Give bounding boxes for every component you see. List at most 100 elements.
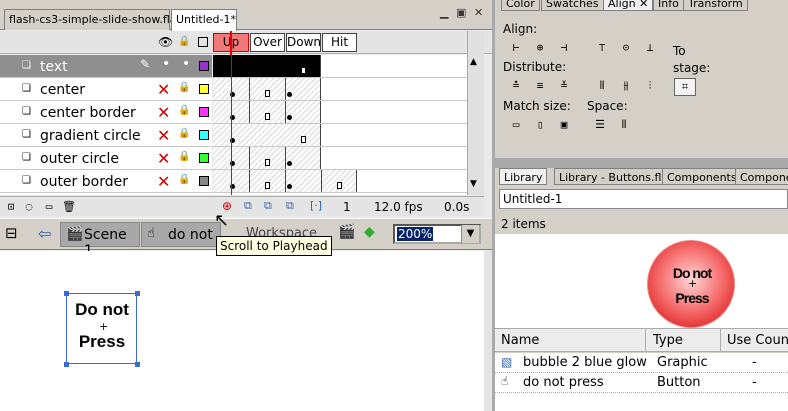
lock-icon[interactable]: 🔒	[178, 174, 190, 186]
align-left-icon[interactable]: ⊢	[507, 40, 525, 56]
restore-icon[interactable]: ▣	[456, 6, 466, 19]
tab-align[interactable]: Align ✕	[603, 0, 654, 11]
distribute-hcenter-icon[interactable]: ⫵	[617, 78, 635, 94]
document-tab-untitled[interactable]: Untitled-1*	[171, 9, 237, 31]
keyframe-span[interactable]	[286, 78, 321, 100]
lock-icon[interactable]: 🔒	[178, 105, 190, 117]
library-document-select[interactable]: Untitled-1	[499, 189, 788, 209]
layer-color-swatch[interactable]	[199, 176, 209, 186]
zoom-select[interactable]: 200% ▼	[393, 224, 481, 244]
outline-header-icon[interactable]	[198, 37, 208, 47]
tab-library[interactable]: Library	[499, 168, 548, 185]
layer-row-outer-circle[interactable]: ❏ outer circle ✕ 🔒	[0, 147, 212, 170]
close-icon[interactable]: ✕	[639, 0, 648, 10]
document-tab-slideshow[interactable]: flash-cs3-simple-slide-show.fla*	[4, 9, 182, 30]
playhead-head[interactable]	[230, 31, 232, 55]
tab-color[interactable]: Color	[501, 0, 540, 11]
layer-row-center[interactable]: ❏ center ✕ 🔒	[0, 78, 212, 101]
distribute-left-icon[interactable]: ⫴	[593, 78, 611, 94]
hidden-x-icon[interactable]: ✕	[157, 149, 170, 168]
layer-row-gradient-circle[interactable]: ❏ gradient circle ✕ 🔒	[0, 124, 212, 147]
panel-divider[interactable]	[495, 158, 788, 168]
lock-dot-icon[interactable]: •	[182, 56, 190, 72]
frame-header-hit[interactable]: Hit	[322, 33, 357, 52]
timeline-toggle-icon[interactable]: ⊟	[5, 224, 18, 242]
distribute-right-icon[interactable]: ⫶	[641, 78, 659, 94]
col-name[interactable]: Name	[501, 333, 539, 348]
edit-symbols-icon[interactable]: ◆	[364, 224, 375, 240]
align-horizontal-center-icon[interactable]: ⊕	[531, 40, 549, 56]
frame-header-over[interactable]: Over	[250, 33, 285, 52]
layer-color-swatch[interactable]	[199, 130, 209, 140]
space-vertical-icon[interactable]: ☰	[591, 117, 609, 133]
frame-header-down[interactable]: Down	[286, 33, 321, 52]
eye-icon[interactable]: 👁	[158, 35, 173, 49]
minimize-icon[interactable]: ▁	[440, 6, 448, 19]
space-horizontal-icon[interactable]: ⦀	[615, 117, 633, 133]
layer-color-swatch[interactable]	[199, 84, 209, 94]
delete-layer-icon[interactable]: 🗑	[60, 199, 78, 215]
layer-color-swatch[interactable]	[199, 107, 209, 117]
keyframe-span[interactable]	[286, 147, 321, 169]
layer-row-outer-border[interactable]: ❏ outer border ✕ 🔒	[0, 170, 212, 193]
match-width-icon[interactable]: ▭	[507, 117, 525, 133]
match-both-icon[interactable]: ▣	[555, 117, 573, 133]
symbol-breadcrumb[interactable]: ☝ do not	[141, 222, 221, 247]
lock-icon[interactable]: 🔒	[178, 128, 190, 140]
layer-color-swatch[interactable]	[199, 153, 209, 163]
keyframe-span[interactable]	[286, 170, 322, 192]
modify-onion-markers-icon[interactable]: [·]	[310, 199, 322, 212]
insert-layer-icon[interactable]: ⊡	[2, 199, 20, 215]
hidden-x-icon[interactable]: ✕	[157, 126, 170, 145]
match-height-icon[interactable]: ▯	[531, 117, 549, 133]
tab-info[interactable]: Info	[653, 0, 684, 11]
align-bottom-icon[interactable]: ⊥	[641, 40, 659, 56]
stage[interactable]: Do not Press +	[0, 251, 484, 411]
align-right-icon[interactable]: ⊣	[555, 40, 573, 56]
lock-icon[interactable]: 🔒	[178, 82, 190, 94]
add-motion-guide-icon[interactable]: ◌	[20, 199, 38, 215]
scroll-up-icon[interactable]: ▲	[470, 57, 477, 67]
layer-row-text[interactable]: ❏ text ✎ • •	[0, 55, 212, 78]
hidden-x-icon[interactable]: ✕	[157, 103, 170, 122]
zoom-value[interactable]: 200%	[397, 227, 434, 241]
layer-row-center-border[interactable]: ❏ center border ✕ 🔒	[0, 101, 212, 124]
hidden-x-icon[interactable]: ✕	[157, 80, 170, 99]
selection-handle[interactable]	[135, 291, 140, 296]
playhead-line[interactable]	[231, 55, 232, 195]
visible-dot-icon[interactable]: •	[162, 56, 170, 72]
tab-transform[interactable]: Transform	[683, 0, 748, 11]
tab-swatches[interactable]: Swatches	[541, 0, 604, 11]
stage-scrollbar[interactable]	[484, 251, 492, 411]
distribute-vcenter-icon[interactable]: ≡	[531, 78, 549, 94]
onion-skin-icon[interactable]: ⧉	[244, 199, 252, 213]
scroll-down-icon[interactable]: ▼	[470, 179, 477, 189]
selection-handle[interactable]	[135, 362, 140, 367]
lock-header-icon[interactable]: 🔒	[178, 36, 190, 47]
button-instance[interactable]: Do not Press +	[64, 291, 140, 367]
col-type[interactable]: Type	[653, 333, 683, 348]
frame-grid[interactable]	[213, 55, 467, 195]
close-icon[interactable]: ✕	[474, 6, 483, 19]
insert-folder-icon[interactable]: ▭	[40, 199, 58, 215]
edit-scene-icon[interactable]: 🎬	[338, 224, 355, 240]
edit-multiple-frames-icon[interactable]: ⧉	[286, 199, 294, 213]
selection-handle[interactable]	[64, 362, 69, 367]
tab-library-buttons[interactable]: Library - Buttons.fla	[554, 168, 674, 185]
distribute-top-icon[interactable]: ≛	[507, 78, 525, 94]
library-item-row[interactable]: ▧ bubble 2 blue glow Graphic -	[495, 353, 788, 373]
tab-components[interactable]: Components	[662, 168, 742, 185]
align-top-icon[interactable]: ⊤	[593, 40, 611, 56]
distribute-bottom-icon[interactable]: ≚	[555, 78, 573, 94]
col-use-count[interactable]: Use Count	[727, 333, 788, 348]
scene-breadcrumb[interactable]: 🎬 Scene 1	[60, 222, 140, 259]
arrow-left-icon[interactable]: ⇦	[38, 224, 51, 243]
align-vertical-center-icon[interactable]: ⊝	[617, 40, 635, 56]
lock-icon[interactable]: 🔒	[178, 151, 190, 163]
chevron-down-icon[interactable]: ▼	[461, 225, 479, 243]
to-stage-toggle[interactable]: ⌗	[674, 78, 696, 96]
selection-handle[interactable]	[64, 291, 69, 296]
layer-color-swatch[interactable]	[199, 61, 209, 71]
library-item-row[interactable]: ☝ do not press Button -	[495, 373, 788, 393]
keyframe-span[interactable]	[286, 101, 321, 123]
